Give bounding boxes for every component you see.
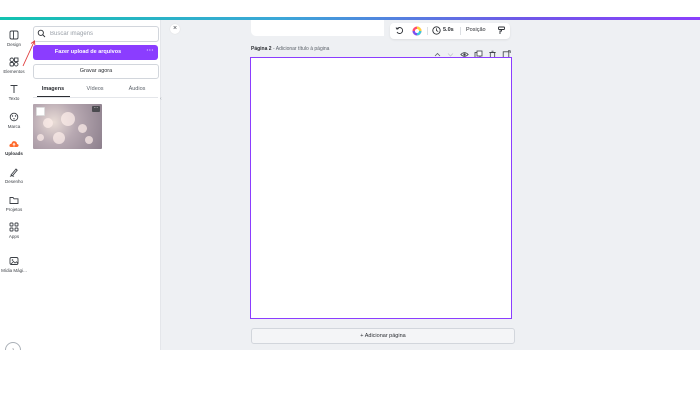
page-title-placeholder[interactable]: - Adicionar título à página — [272, 46, 329, 52]
upload-files-button[interactable]: Fazer upload de arquivos ··· — [33, 45, 158, 60]
bokeh-light — [85, 136, 93, 144]
cloud-upload-icon — [9, 141, 19, 147]
apps-icon — [9, 222, 19, 232]
page-background — [0, 350, 700, 400]
rail-item-texto[interactable]: Texto — [0, 83, 28, 101]
rail-label: Mídia Mági... — [1, 268, 27, 273]
bokeh-light — [78, 124, 87, 133]
folder-icon — [9, 197, 19, 204]
paint-roller-icon[interactable] — [497, 26, 506, 35]
close-icon[interactable]: × — [170, 24, 180, 34]
bokeh-light — [61, 112, 75, 126]
refresh-icon[interactable] — [395, 26, 404, 35]
rail-item-marca[interactable]: Marca — [0, 111, 28, 129]
rail-item-apps[interactable]: Apps — [0, 221, 28, 239]
rail-label: Desenho — [4, 179, 23, 184]
bokeh-light — [43, 118, 53, 128]
rail-item-midia-magica[interactable]: Mídia Mági... — [0, 255, 28, 273]
toolbar-left-area — [251, 20, 384, 36]
duplicate-page-icon[interactable] — [474, 46, 483, 58]
rail-label: Projetos — [5, 207, 23, 212]
position-button[interactable]: Posição — [466, 27, 486, 33]
more-options-icon[interactable]: ··· — [147, 48, 155, 54]
tab-imagens[interactable]: Imagens — [33, 83, 73, 95]
tab-audios[interactable]: Áudios — [117, 83, 157, 95]
trash-icon[interactable] — [488, 46, 497, 59]
chevron-up-icon[interactable] — [433, 46, 442, 57]
rail-label: Apps — [8, 234, 20, 239]
rail-label: Texto — [8, 96, 20, 101]
tabs-divider — [33, 97, 158, 98]
design-canvas[interactable] — [250, 57, 512, 319]
media-tabs: Imagens Vídeos Áudios — [33, 83, 158, 98]
uploaded-image-thumbnail[interactable]: ··· — [33, 104, 102, 149]
pen-icon — [9, 168, 18, 177]
search-input[interactable] — [50, 28, 150, 39]
eye-icon[interactable] — [460, 46, 469, 57]
layout-icon — [9, 30, 19, 40]
add-page-icon[interactable] — [502, 46, 511, 59]
collapse-panel-handle[interactable]: ‹ — [160, 96, 165, 106]
shapes-icon — [9, 57, 19, 67]
toolbar-separator — [427, 27, 428, 35]
search-box[interactable] — [33, 26, 159, 42]
chevron-down-icon[interactable] — [446, 46, 455, 57]
annotation-arrow-icon — [22, 40, 36, 67]
tab-videos[interactable]: Vídeos — [75, 83, 115, 95]
record-now-button[interactable]: Gravar agora — [33, 64, 159, 79]
add-page-button[interactable]: + Adicionar página — [251, 328, 515, 344]
search-icon — [37, 29, 46, 38]
editor-app: Design Elementos Texto Marca Uploads Des… — [0, 20, 700, 358]
rail-label: Marca — [7, 124, 21, 129]
bokeh-light — [53, 132, 65, 144]
rail-item-projetos[interactable]: Projetos — [0, 194, 28, 212]
upload-files-label: Fazer upload de arquivos — [54, 49, 122, 55]
magic-media-icon — [9, 257, 19, 265]
side-rail: Design Elementos Texto Marca Uploads Des… — [0, 20, 28, 358]
rail-label: Uploads — [5, 151, 23, 156]
text-icon — [10, 85, 18, 93]
rail-label: Elementos — [3, 69, 25, 74]
editor-toolbar: 5.0s Posição — [390, 23, 510, 39]
rail-item-uploads[interactable]: Uploads — [0, 138, 28, 156]
color-wheel-icon[interactable] — [412, 26, 422, 36]
rail-item-desenho[interactable]: Desenho — [0, 166, 28, 184]
select-checkbox[interactable] — [36, 107, 45, 116]
crown-icon — [9, 112, 19, 122]
toolbar-separator — [460, 27, 461, 35]
page-number: Página 2 — [251, 46, 272, 52]
duration-label[interactable]: 5.0s — [443, 27, 454, 33]
more-options-icon[interactable]: ··· — [92, 106, 100, 112]
clock-icon[interactable] — [432, 26, 441, 35]
bokeh-light — [37, 134, 44, 141]
uploads-panel: Fazer upload de arquivos ··· Gravar agor… — [28, 20, 161, 350]
